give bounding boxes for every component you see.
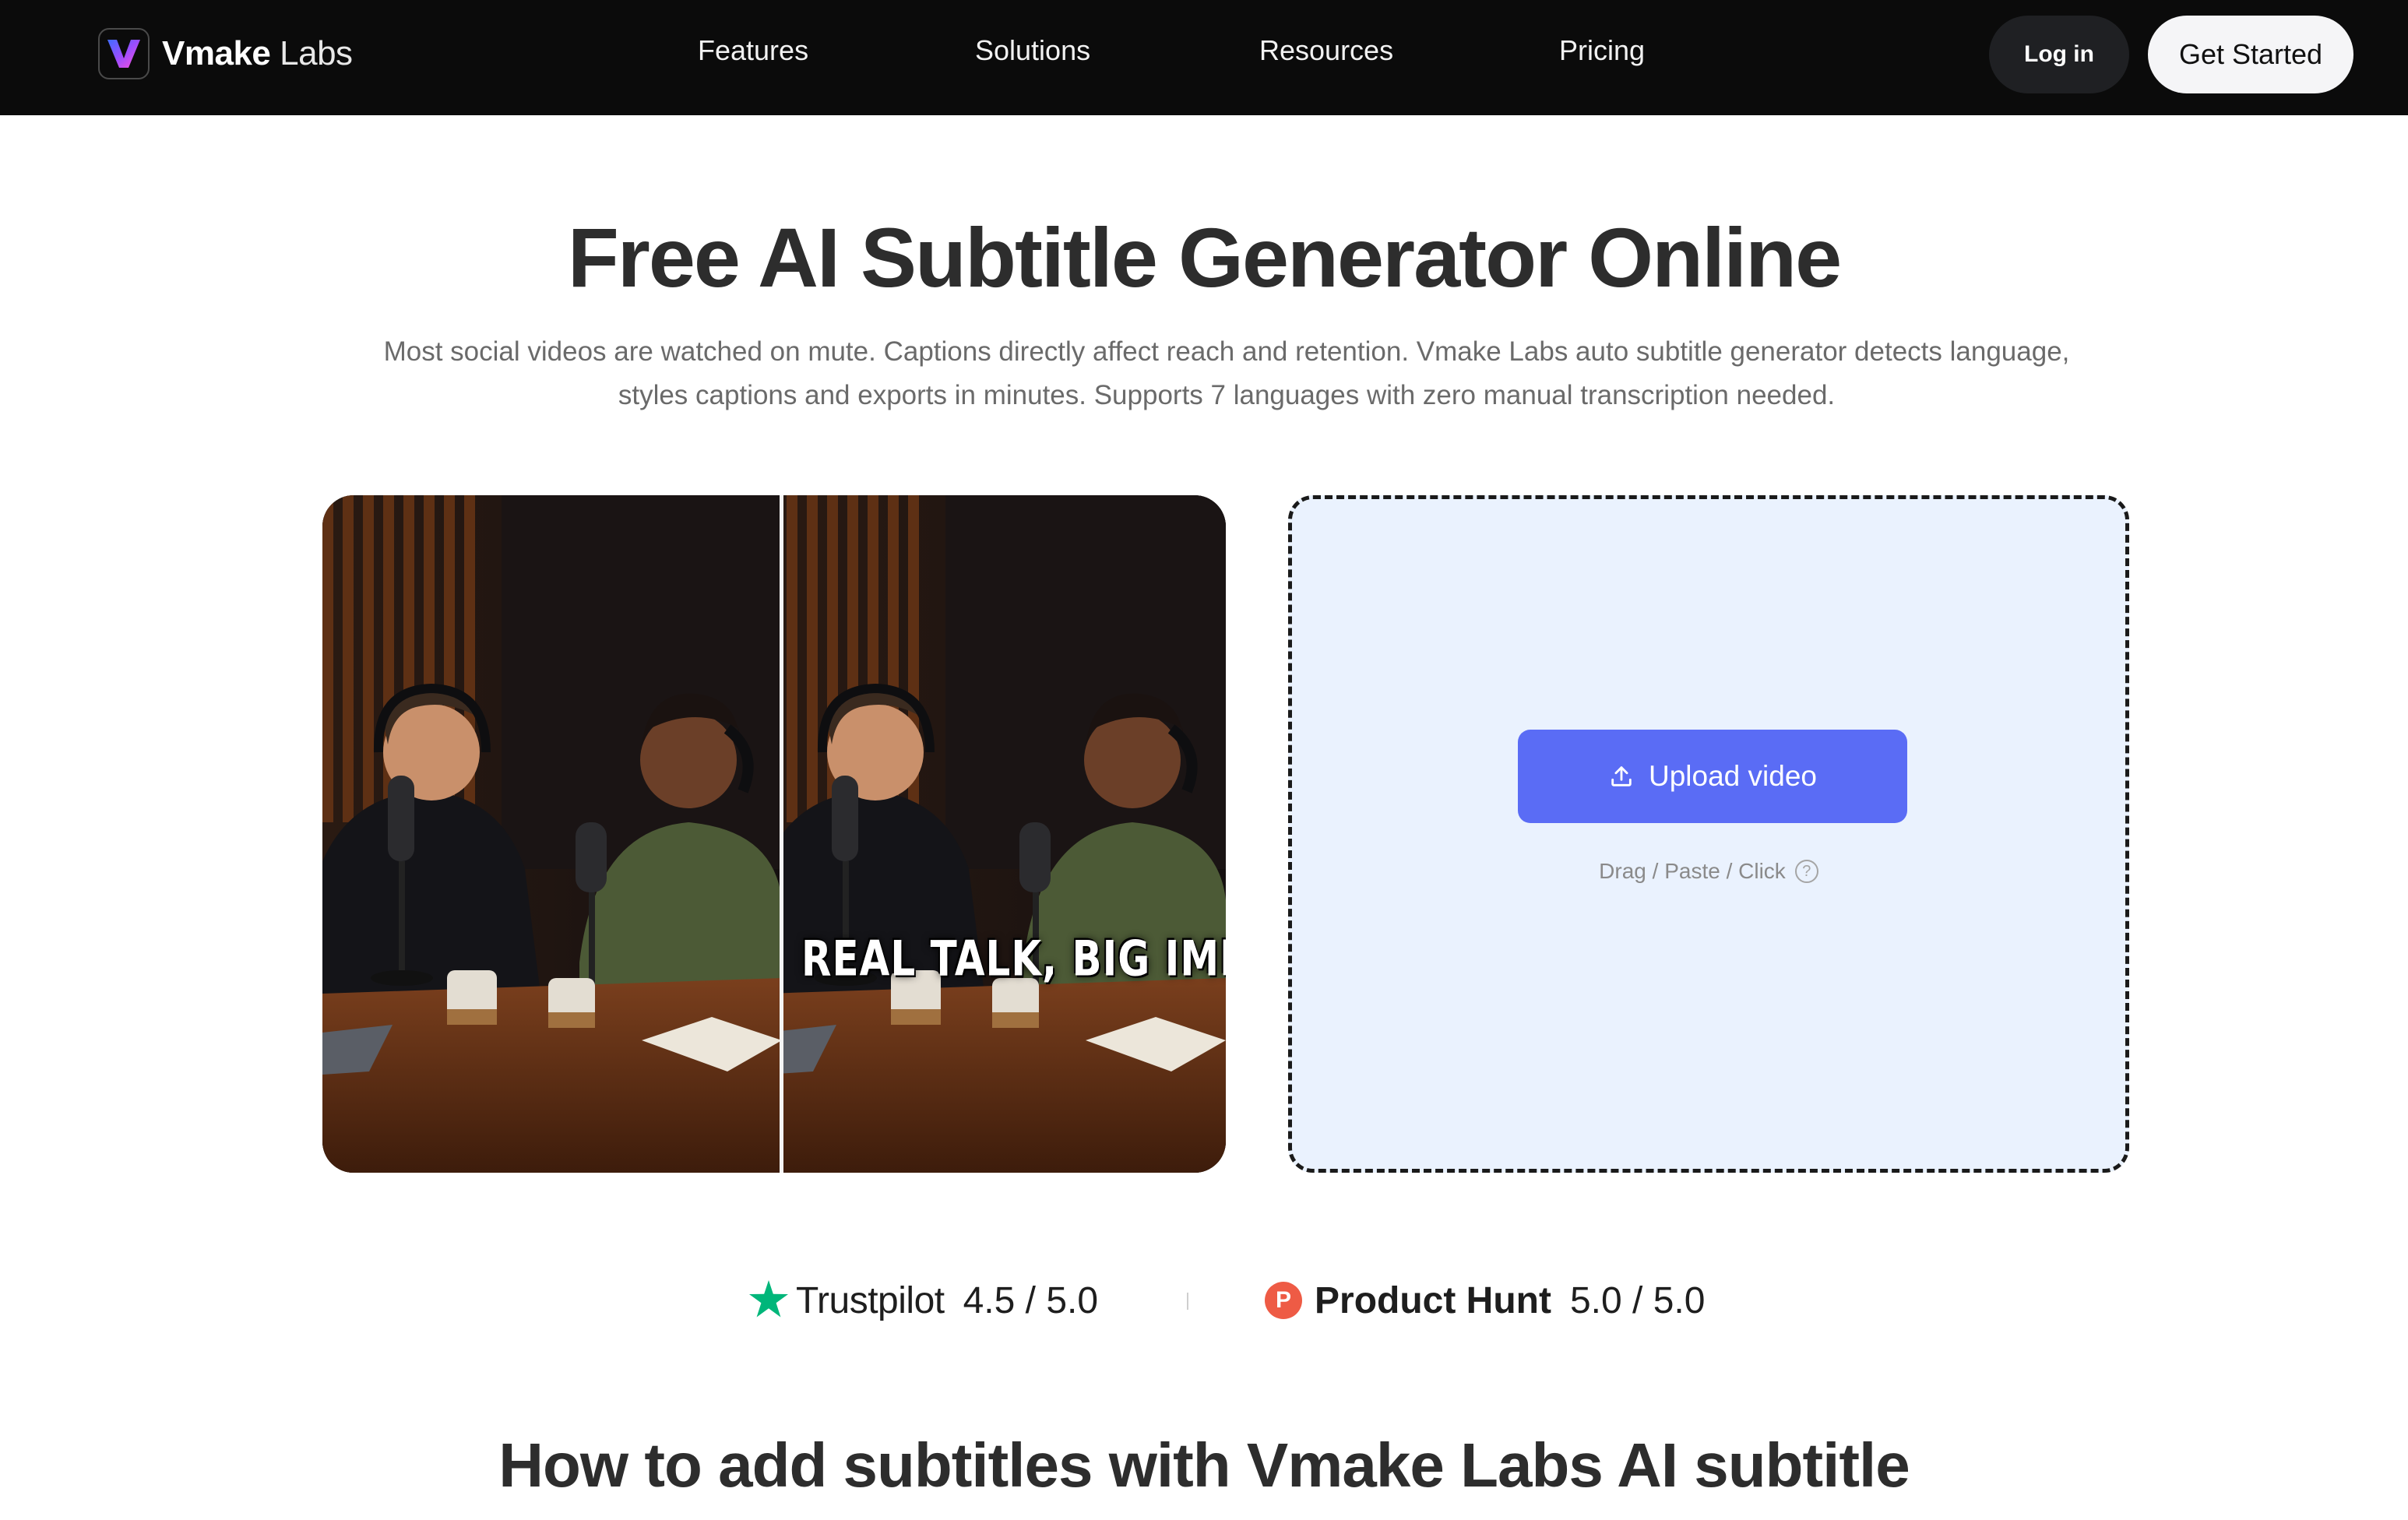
- producthunt-score: 5.0 / 5.0: [1569, 1279, 1706, 1321]
- brand-logo[interactable]: Vmake Labs: [98, 26, 353, 81]
- upload-icon: [1608, 763, 1635, 790]
- upload-video-button[interactable]: Upload video: [1518, 730, 1907, 823]
- trustpilot-rating[interactable]: Trustpilot 4.5 / 5.0: [749, 1269, 1098, 1332]
- top-navigation-bar: Vmake Labs Features Solutions Resources …: [0, 0, 2408, 115]
- vmake-logo-icon: [98, 28, 150, 79]
- nav-item-solutions[interactable]: Solutions: [975, 34, 1090, 67]
- trustpilot-star-icon: [749, 1279, 788, 1321]
- how-to-heading: How to add subtitles with Vmake Labs AI …: [498, 1430, 1910, 1500]
- upload-hint-text: Drag / Paste / Click: [1599, 859, 1786, 883]
- upload-hint: Drag / Paste / Click ?: [1292, 859, 2125, 884]
- page-title: Free AI Subtitle Generator Online: [567, 210, 1842, 304]
- trustpilot-score: 4.5 / 5.0: [963, 1279, 1099, 1321]
- trustpilot-name: Trustpilot: [796, 1279, 945, 1321]
- sample-subtitle-caption: REAL TALK, BIG IMPACT: [801, 930, 1226, 987]
- nav-item-features[interactable]: Features: [698, 34, 808, 67]
- ratings-bar: Trustpilot 4.5 / 5.0 P Product Hunt 5.0 …: [0, 1269, 2408, 1332]
- brand-name: Vmake Labs: [162, 34, 353, 72]
- ratings-divider: [1187, 1293, 1188, 1310]
- producthunt-name: Product Hunt: [1315, 1279, 1551, 1321]
- get-started-button[interactable]: Get Started: [2148, 16, 2353, 93]
- login-button[interactable]: Log in: [1989, 16, 2129, 93]
- producthunt-rating[interactable]: P Product Hunt 5.0 / 5.0: [1265, 1269, 1705, 1332]
- page-subtitle-line-2: styles captions and exports in minutes. …: [618, 380, 1836, 410]
- upload-dropzone[interactable]: Upload video Drag / Paste / Click ?: [1288, 495, 2129, 1173]
- nav-item-resources[interactable]: Resources: [1259, 34, 1393, 67]
- podcast-scene-illustration: [322, 495, 1226, 1173]
- producthunt-badge-icon: P: [1265, 1282, 1302, 1319]
- before-after-preview-image: REAL TALK, BIG IMPACT: [322, 495, 1226, 1173]
- nav-item-pricing[interactable]: Pricing: [1559, 34, 1645, 67]
- page-subtitle: Most social videos are watched on mute. …: [327, 330, 2126, 417]
- page-subtitle-line-1: Most social videos are watched on mute. …: [383, 336, 2070, 367]
- upload-video-label: Upload video: [1649, 760, 1817, 792]
- help-icon[interactable]: ?: [1794, 860, 1818, 883]
